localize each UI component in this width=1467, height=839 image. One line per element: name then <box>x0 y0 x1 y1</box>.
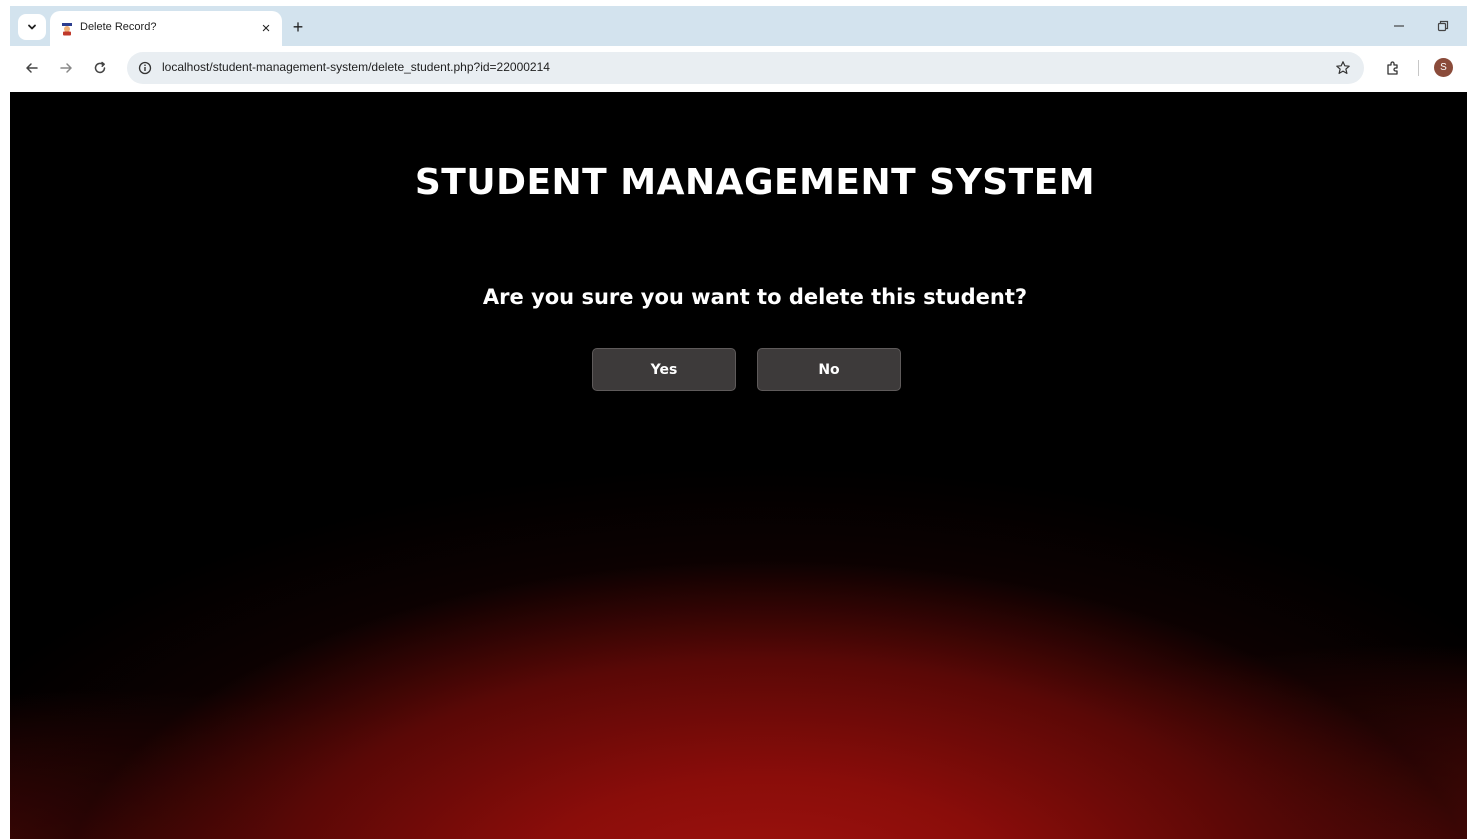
browser-window: Delete Record? × + localhost/student-man… <box>0 0 1467 839</box>
reload-icon <box>94 61 106 74</box>
tab-strip: Delete Record? × + <box>10 6 1467 46</box>
restore-button[interactable] <box>1432 16 1454 36</box>
new-tab-button[interactable]: + <box>286 15 310 39</box>
minimize-button[interactable] <box>1388 16 1410 36</box>
back-button[interactable] <box>20 56 44 80</box>
page-viewport: STUDENT MANAGEMENT SYSTEM Are you sure y… <box>10 92 1467 839</box>
back-arrow-icon <box>26 63 38 73</box>
address-bar[interactable]: localhost/student-management-system/dele… <box>127 52 1364 84</box>
url-text[interactable]: localhost/student-management-system/dele… <box>162 60 550 74</box>
browser-toolbar: localhost/student-management-system/dele… <box>10 46 1467 92</box>
tab-active[interactable]: Delete Record? × <box>50 11 282 46</box>
graduate-icon <box>62 23 72 36</box>
confirm-message: Are you sure you want to delete this stu… <box>482 285 1028 309</box>
no-button[interactable]: No <box>757 348 901 391</box>
toolbar-divider <box>1418 60 1419 76</box>
tab-title: Delete Record? <box>80 21 157 33</box>
tab-close-button[interactable]: × <box>256 18 276 38</box>
site-info-button[interactable] <box>135 58 155 78</box>
extensions-button[interactable] <box>1381 56 1405 80</box>
tab-search-button[interactable] <box>18 14 46 40</box>
page-title: STUDENT MANAGEMENT SYSTEM <box>414 162 1096 203</box>
info-icon <box>138 61 152 75</box>
yes-button[interactable]: Yes <box>592 348 736 391</box>
reload-button[interactable] <box>88 56 112 80</box>
forward-button[interactable] <box>54 56 78 80</box>
bookmark-button[interactable] <box>1332 57 1354 79</box>
puzzle-icon <box>1387 61 1398 75</box>
restore-icon <box>1437 20 1449 32</box>
profile-avatar[interactable]: S <box>1434 58 1453 77</box>
star-icon <box>1336 61 1350 74</box>
chevron-down-icon <box>28 24 36 30</box>
forward-arrow-icon <box>60 63 72 73</box>
minimize-icon <box>1394 25 1404 27</box>
